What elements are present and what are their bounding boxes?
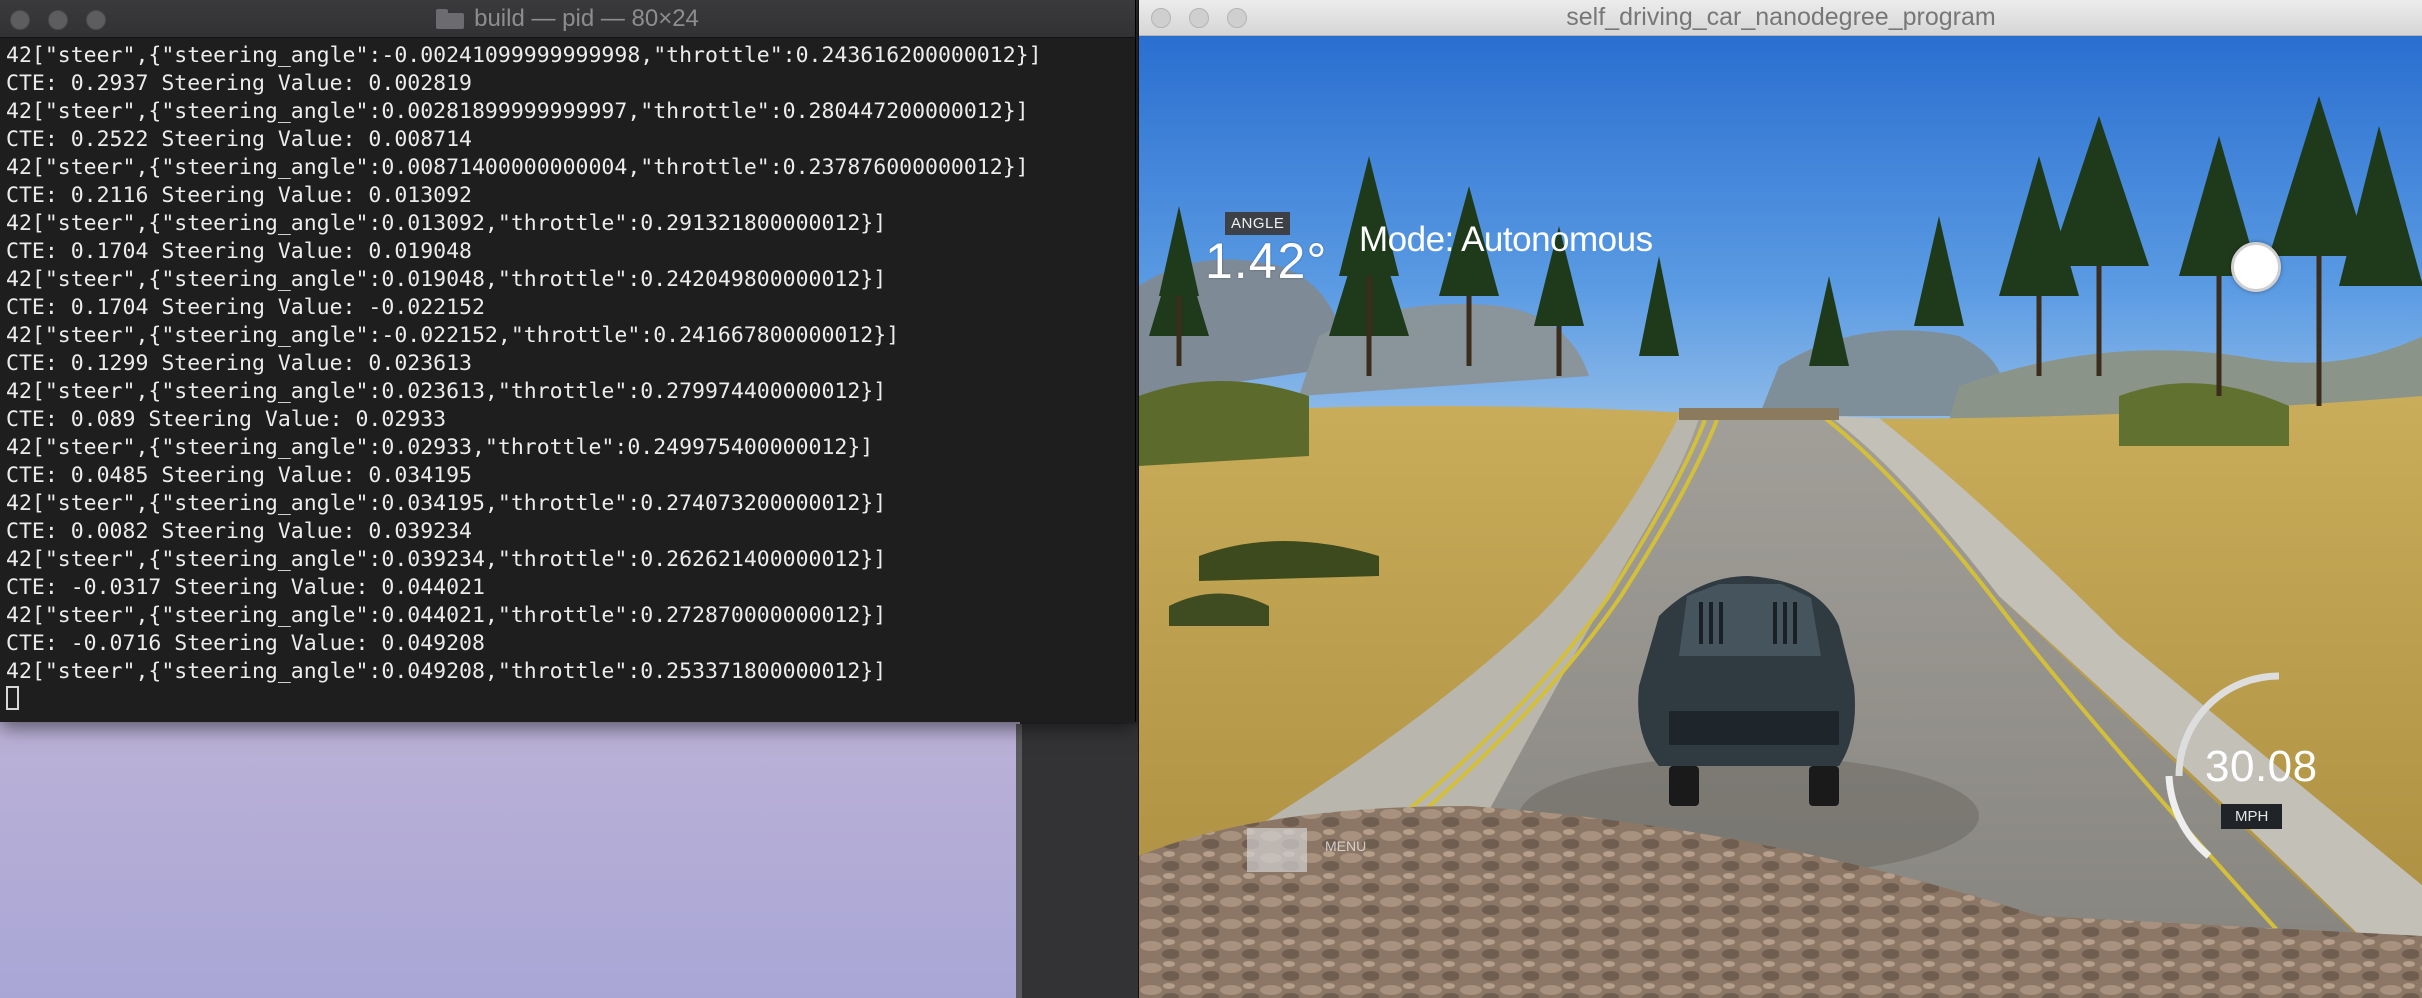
folder-icon	[436, 8, 465, 29]
mode-button[interactable]	[1247, 828, 1307, 872]
speed-value: 30.08	[2205, 742, 2318, 791]
terminal-line: CTE: 0.0485 Steering Value: 0.034195	[6, 463, 472, 488]
terminal-line: 42["steer",{"steering_angle":0.039234,"t…	[6, 547, 887, 572]
terminal-line: 42["steer",{"steering_angle":0.008714000…	[6, 155, 1029, 180]
terminal-line: 42["steer",{"steering_angle":-0.022152,"…	[6, 323, 900, 348]
terminal-line: 42["steer",{"steering_angle":0.049208,"t…	[6, 659, 887, 684]
terminal-line: 42["steer",{"steering_angle":0.02933,"th…	[6, 435, 874, 460]
terminal-line: CTE: 0.1704 Steering Value: 0.019048	[6, 239, 472, 264]
simulator-titlebar[interactable]: self_driving_car_nanodegree_program	[1139, 0, 2422, 36]
terminal-line: CTE: 0.1299 Steering Value: 0.023613	[6, 351, 472, 376]
speed-unit: MPH	[2221, 804, 2283, 829]
terminal-line: CTE: -0.0716 Steering Value: 0.049208	[6, 631, 485, 656]
terminal-line: CTE: 0.1704 Steering Value: -0.022152	[6, 295, 485, 320]
mode-label: Mode: Autonomous	[1359, 220, 1653, 259]
terminal-title: build — pid — 80×24	[0, 0, 1135, 37]
angle-value: 1.42°	[1205, 233, 1328, 289]
terminal-window[interactable]: build — pid — 80×24 42["steer",{"steerin…	[0, 0, 1136, 722]
terminal-line: CTE: 0.2522 Steering Value: 0.008714	[6, 127, 472, 152]
background-window-edge	[1016, 724, 1022, 998]
terminal-titlebar[interactable]: build — pid — 80×24	[0, 0, 1135, 38]
cursor-icon	[6, 686, 19, 710]
terminal-output[interactable]: 42["steer",{"steering_angle":-0.00241099…	[6, 42, 1135, 714]
terminal-line: 42["steer",{"steering_angle":0.044021,"t…	[6, 603, 887, 628]
terminal-prompt[interactable]	[6, 686, 1135, 714]
terminal-line: CTE: 0.089 Steering Value: 0.02933	[6, 407, 447, 432]
terminal-line: 42["steer",{"steering_angle":0.002818999…	[6, 99, 1029, 124]
driving-scene: ANGLE 1.42° Mode: Autonomous 30.08 MPH M…	[1139, 36, 2422, 998]
simulator-title: self_driving_car_nanodegree_program	[1566, 3, 1996, 31]
terminal-line: CTE: -0.0317 Steering Value: 0.044021	[6, 575, 485, 600]
terminal-title-text: build — pid — 80×24	[474, 4, 699, 32]
terminal-line: 42["steer",{"steering_angle":0.034195,"t…	[6, 491, 887, 516]
terminal-line: 42["steer",{"steering_angle":-0.00241099…	[6, 43, 1042, 68]
terminal-line: 42["steer",{"steering_angle":0.019048,"t…	[6, 267, 887, 292]
terminal-line: CTE: 0.0082 Steering Value: 0.039234	[6, 519, 472, 544]
terminal-line: 42["steer",{"steering_angle":0.013092,"t…	[6, 211, 887, 236]
terminal-line: 42["steer",{"steering_angle":0.023613,"t…	[6, 379, 887, 404]
terminal-line: CTE: 0.2116 Steering Value: 0.013092	[6, 183, 472, 208]
desktop-gap	[1016, 724, 1138, 998]
terminal-line: CTE: 0.2937 Steering Value: 0.002819	[6, 71, 472, 96]
menu-button[interactable]: MENU	[1325, 838, 1366, 854]
simulator-window[interactable]: self_driving_car_nanodegree_program ANGL…	[1138, 0, 2422, 998]
steering-indicator-icon	[2231, 242, 2281, 292]
